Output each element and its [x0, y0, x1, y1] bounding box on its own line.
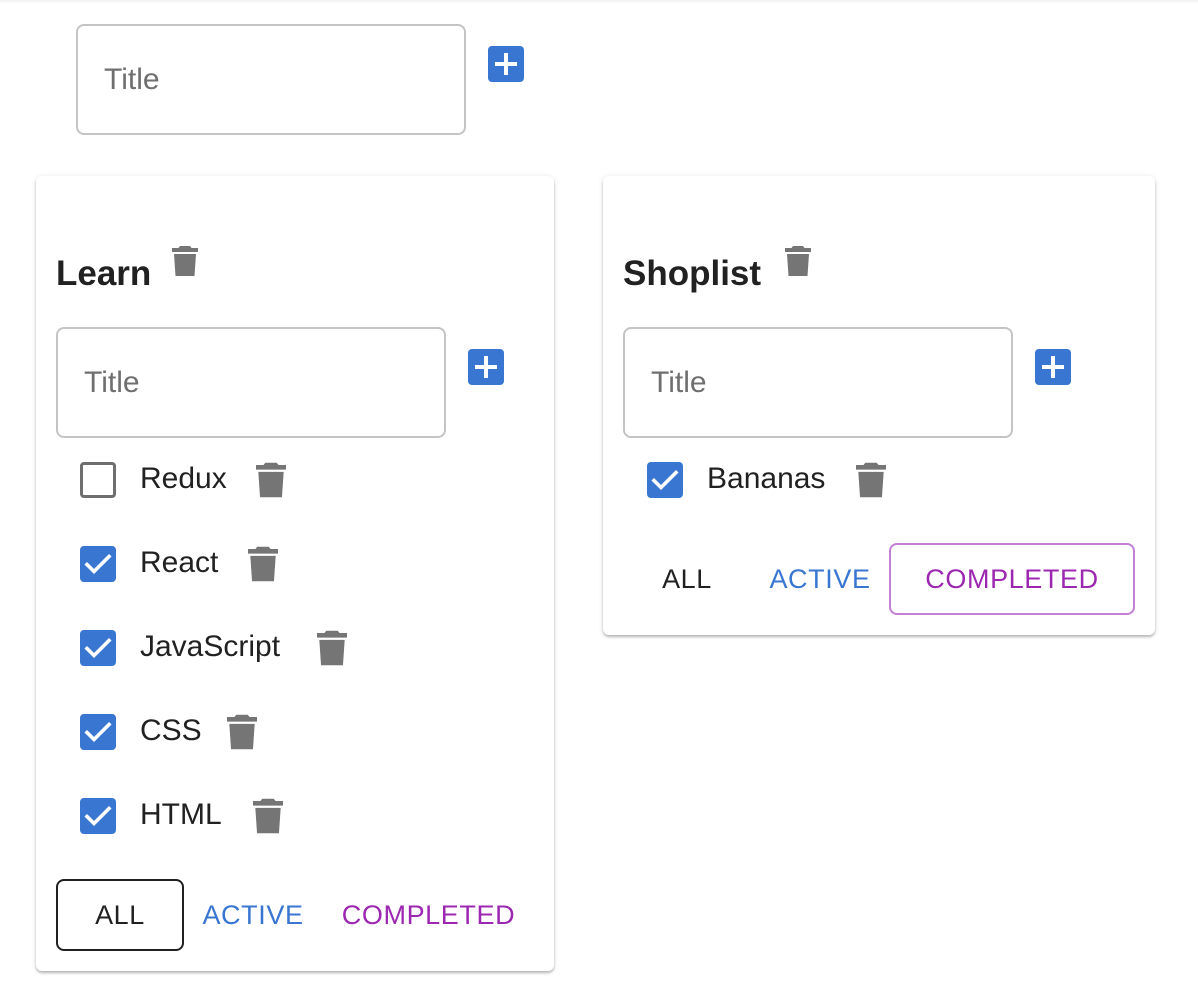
new-list-title-input[interactable] [78, 26, 464, 133]
trash-icon [317, 630, 347, 666]
delete-task-button[interactable] [856, 462, 886, 498]
delete-task-button[interactable] [227, 714, 257, 750]
plus-icon [1042, 356, 1064, 378]
delete-list-button[interactable] [172, 246, 198, 276]
delete-task-button[interactable] [248, 546, 278, 582]
filter-active-button[interactable]: ACTIVE [755, 543, 885, 615]
task-title-field[interactable] [623, 327, 1013, 438]
delete-task-button[interactable] [317, 630, 347, 666]
filter-active-button[interactable]: ACTIVE [188, 879, 318, 951]
check-icon [651, 469, 679, 491]
filter-all-button[interactable]: ALL [56, 879, 184, 951]
filter-completed-button[interactable]: COMPLETED [326, 879, 531, 951]
add-task-button[interactable] [468, 349, 504, 385]
check-icon [84, 637, 112, 659]
delete-task-button[interactable] [253, 798, 283, 834]
delete-list-button[interactable] [785, 246, 811, 276]
task-title-input[interactable] [625, 329, 1011, 436]
new-list-title-field[interactable] [76, 24, 466, 135]
check-icon [84, 721, 112, 743]
trash-icon [785, 246, 811, 276]
task-title-field[interactable] [56, 327, 446, 438]
trash-icon [256, 462, 286, 498]
task-checkbox-react[interactable] [80, 546, 116, 582]
check-icon [84, 553, 112, 575]
task-checkbox-html[interactable] [80, 798, 116, 834]
top-divider [0, 0, 1198, 4]
task-label-css: CSS [140, 714, 202, 747]
task-label-javascript: JavaScript [140, 630, 281, 663]
todolist-card-shoplist: Shoplist Bananas ALL ACTIVE COMPLETED [603, 176, 1155, 635]
plus-icon [495, 53, 517, 75]
list-title: Shoplist [623, 254, 762, 293]
plus-icon [475, 356, 497, 378]
trash-icon [253, 798, 283, 834]
task-label-react: React [140, 546, 219, 579]
delete-task-button[interactable] [256, 462, 286, 498]
task-checkbox-bananas[interactable] [647, 462, 683, 498]
add-list-button[interactable] [488, 46, 524, 82]
task-checkbox-javascript[interactable] [80, 630, 116, 666]
check-icon [84, 805, 112, 827]
trash-icon [227, 714, 257, 750]
todolist-card-learn: Learn Redux React JavaScript CSS HTML [36, 176, 554, 971]
list-title: Learn [56, 254, 152, 293]
trash-icon [248, 546, 278, 582]
task-title-input[interactable] [58, 329, 444, 436]
task-label-bananas: Bananas [707, 462, 826, 495]
filter-all-button[interactable]: ALL [639, 543, 735, 615]
trash-icon [856, 462, 886, 498]
task-checkbox-css[interactable] [80, 714, 116, 750]
task-checkbox-redux[interactable] [80, 462, 116, 498]
filter-completed-button[interactable]: COMPLETED [889, 543, 1135, 615]
task-label-html: HTML [140, 798, 222, 831]
trash-icon [172, 246, 198, 276]
task-label-redux: Redux [140, 462, 227, 495]
add-task-button[interactable] [1035, 349, 1071, 385]
